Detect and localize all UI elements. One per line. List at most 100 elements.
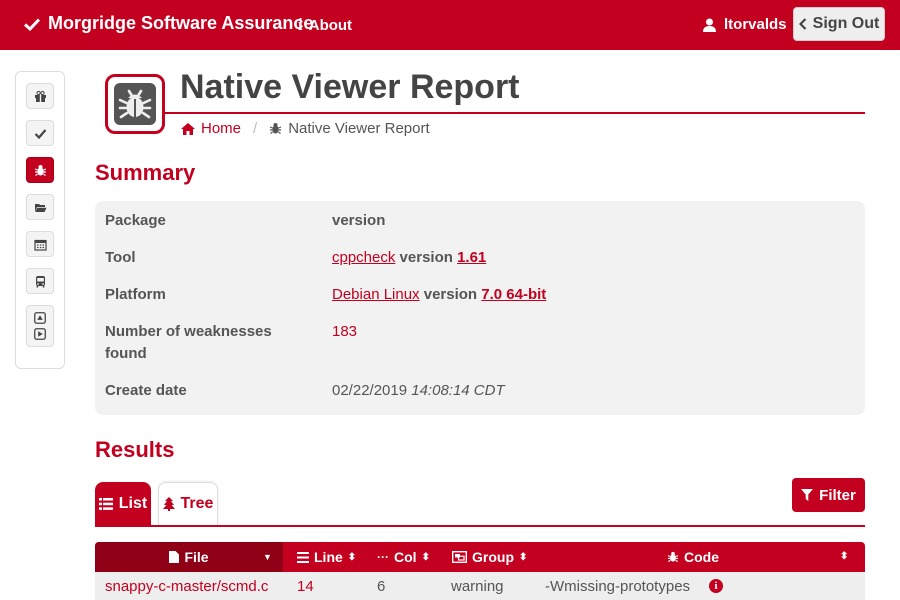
create-time: 14:08:14 CDT — [411, 382, 505, 399]
tool-name-link[interactable]: cppcheck — [332, 249, 395, 266]
bug-icon — [269, 123, 282, 134]
tabs-divider — [95, 525, 865, 527]
sidebar-bus-button[interactable] — [26, 268, 54, 294]
sidebar-check-button[interactable] — [26, 120, 54, 146]
tree-icon — [162, 497, 175, 511]
info-icon[interactable]: i — [709, 579, 723, 593]
calendar-icon — [33, 239, 47, 251]
tool-value: cppcheck version 1.61 — [332, 247, 486, 269]
folder-open-icon — [34, 203, 46, 212]
cell-line: 14 — [297, 578, 314, 595]
bus-icon — [35, 275, 45, 287]
gift-icon — [34, 90, 46, 102]
object-group-icon — [452, 551, 467, 563]
platform-version-link[interactable]: 7.0 64-bit — [481, 286, 546, 303]
cell-code: -Wmissing-prototypes — [545, 578, 691, 595]
sort-icon: ⬍ — [840, 551, 849, 562]
table-row[interactable]: snappy-c-master/scmd.c 14 6 warning -Wmi… — [95, 572, 865, 600]
brand-title: Morgridge Software Assurance — [48, 13, 314, 33]
list-icon — [98, 497, 113, 510]
column-code-label: Code — [684, 549, 719, 565]
tool-label: Tool — [105, 249, 136, 266]
sort-icon: ⬍ — [347, 551, 357, 563]
check-icon — [34, 128, 46, 139]
breadcrumb-current: Native Viewer Report — [269, 120, 430, 137]
tab-tree-label: Tree — [180, 495, 214, 512]
tool-version-word: version — [399, 249, 453, 266]
column-col-label: Col — [394, 549, 417, 565]
report-icon-box — [105, 74, 165, 134]
platform-version-word: version — [423, 286, 478, 303]
create-date: 02/22/2019 — [332, 382, 408, 399]
top-navbar: Morgridge Software Assurance i About lto… — [0, 0, 900, 50]
weaknesses-label: Number of weaknesses found — [105, 321, 272, 365]
tab-list-label: List — [118, 494, 148, 512]
play-right-icon — [34, 328, 46, 340]
about-label: About — [308, 16, 353, 34]
package-label: Package — [105, 212, 166, 229]
filter-label: Filter — [819, 486, 856, 504]
breadcrumb-separator: / — [253, 120, 258, 137]
create-date-value: 02/22/2019 14:08:14 CDT — [332, 380, 505, 402]
column-header-code[interactable]: Code — [667, 542, 719, 572]
column-file-label: File — [184, 549, 209, 565]
tab-list[interactable]: List — [95, 482, 151, 525]
results-heading: Results — [95, 437, 175, 462]
filter-icon — [801, 489, 814, 501]
column-header-col[interactable]: ··· Col ⬍ — [377, 542, 430, 572]
create-date-label: Create date — [105, 382, 187, 399]
breadcrumb-home-label: Home — [201, 120, 242, 137]
check-icon — [24, 17, 40, 31]
about-link[interactable]: i About — [298, 15, 352, 35]
page-title: Native Viewer Report — [180, 68, 520, 106]
header-divider — [165, 112, 865, 114]
cell-group: warning — [451, 578, 504, 595]
sign-out-button[interactable]: Sign Out — [793, 7, 885, 41]
cell-file[interactable]: snappy-c-master/scmd.c — [105, 578, 268, 595]
username: ltorvalds — [724, 16, 787, 33]
package-version: version — [332, 212, 386, 229]
play-up-icon — [34, 312, 46, 324]
column-header-line[interactable]: Line ⬍ — [297, 542, 356, 572]
tool-sidebar — [15, 71, 65, 369]
sidebar-calendar-button[interactable] — [26, 231, 54, 257]
chevron-left-icon — [798, 18, 806, 30]
user-menu[interactable]: ltorvalds — [703, 16, 787, 33]
home-icon — [181, 122, 195, 135]
sidebar-folder-button[interactable] — [26, 194, 54, 220]
sidebar-gift-button[interactable] — [26, 83, 54, 109]
tool-version-link[interactable]: 1.61 — [457, 249, 486, 266]
platform-label: Platform — [105, 286, 166, 303]
info-icon: i — [298, 15, 303, 34]
column-group-label: Group — [472, 549, 514, 565]
bug-icon — [34, 164, 46, 176]
tab-tree[interactable]: Tree — [158, 482, 218, 525]
platform-name-link[interactable]: Debian Linux — [332, 286, 420, 303]
weaknesses-label-line1: Number of weaknesses — [105, 323, 272, 340]
sidebar-playback-button[interactable] — [26, 305, 54, 347]
filter-button[interactable]: Filter — [792, 478, 865, 512]
column-header-group[interactable]: Group ⬍ — [452, 542, 527, 572]
bug-icon — [667, 551, 679, 563]
ellipsis-icon: ··· — [377, 550, 389, 564]
package-value: version — [332, 210, 385, 232]
user-icon — [703, 18, 716, 32]
sort-icon: ⬍ — [421, 551, 430, 563]
bug-icon — [118, 89, 152, 119]
summary-panel: Package version Tool cppcheck version 1.… — [95, 201, 865, 415]
weaknesses-count: 183 — [332, 323, 358, 340]
breadcrumb-current-label: Native Viewer Report — [288, 120, 430, 137]
platform-value: Debian Linux version 7.0 64-bit — [332, 284, 546, 306]
cell-col: 6 — [377, 578, 386, 595]
sign-out-label: Sign Out — [812, 15, 880, 32]
brand-link[interactable]: Morgridge Software Assurance — [24, 13, 313, 34]
column-line-label: Line — [314, 549, 343, 565]
column-header-file[interactable]: File ▼ — [95, 542, 283, 572]
weaknesses-label-line2: found — [105, 345, 147, 362]
sidebar-bug-button[interactable] — [26, 157, 54, 183]
sort-icon: ⬍ — [519, 551, 528, 563]
sort-desc-icon: ▼ — [263, 552, 272, 562]
file-icon — [169, 551, 180, 563]
breadcrumb-home-link[interactable]: Home — [181, 120, 241, 137]
lines-icon — [297, 551, 309, 563]
